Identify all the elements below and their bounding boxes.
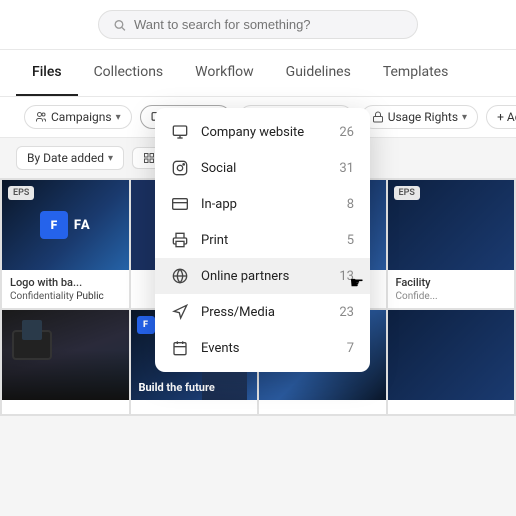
sort-button[interactable]: By Date added ▾ xyxy=(16,146,124,170)
grid-card-8[interactable] xyxy=(388,310,515,414)
usage-rights-label: Usage Rights xyxy=(388,110,458,124)
search-icon xyxy=(113,18,126,32)
card-meta-4: Confide... xyxy=(396,291,507,302)
dropdown-item-press-media[interactable]: Press/Media 23 xyxy=(155,294,370,330)
sort-chevron: ▾ xyxy=(108,153,113,164)
nav-item-collections[interactable]: Collections xyxy=(78,50,180,96)
filter-chip-usage-rights[interactable]: Usage Rights ▾ xyxy=(361,105,478,129)
campaigns-chevron: ▾ xyxy=(116,112,121,123)
social-icon xyxy=(171,159,189,177)
company-website-label: Company website xyxy=(201,125,327,140)
globe-icon xyxy=(171,267,189,285)
online-partners-label: Online partners xyxy=(201,269,327,284)
inapp-label: In-app xyxy=(201,197,335,212)
events-label: Events xyxy=(201,341,335,356)
nav-item-workflow[interactable]: Workflow xyxy=(179,50,270,96)
filter-chip-campaigns[interactable]: Campaigns ▾ xyxy=(24,105,132,129)
card-title-1: Logo with ba... xyxy=(10,276,121,289)
company-website-count: 26 xyxy=(339,125,354,140)
dropdown-item-social[interactable]: Social 31 xyxy=(155,150,370,186)
monitor-icon xyxy=(171,123,189,141)
usage-rights-chevron: ▾ xyxy=(462,112,467,123)
fab-icon-1: F xyxy=(40,211,68,239)
inapp-icon xyxy=(171,195,189,213)
sort-label: By Date added xyxy=(27,151,104,165)
card-title-4: Facility xyxy=(396,276,507,289)
press-media-count: 23 xyxy=(339,305,354,320)
eps-badge-4: EPS xyxy=(394,186,420,200)
main-nav: Files Collections Workflow Guidelines Te… xyxy=(0,50,516,97)
social-label: Social xyxy=(201,161,327,176)
lock-filter-icon xyxy=(372,111,384,123)
eps-badge-1: EPS xyxy=(8,186,34,200)
nav-item-guidelines[interactable]: Guidelines xyxy=(270,50,367,96)
dropdown-item-events[interactable]: Events 7 xyxy=(155,330,370,366)
grid-card-5[interactable] xyxy=(2,310,129,414)
card-meta-1: Confidentiality Public xyxy=(10,291,121,302)
events-count: 7 xyxy=(347,341,354,356)
inapp-count: 8 xyxy=(347,197,354,212)
dropdown-item-online-partners[interactable]: Online partners 13 ☛ xyxy=(155,258,370,294)
print-count: 5 xyxy=(347,233,354,248)
dropdown-item-company-website[interactable]: Company website 26 xyxy=(155,114,370,150)
grid-view-icon xyxy=(143,152,155,164)
header xyxy=(0,0,516,50)
press-media-label: Press/Media xyxy=(201,305,327,320)
calendar-icon xyxy=(171,339,189,357)
search-bar[interactable] xyxy=(98,10,418,39)
grid-card-4[interactable]: EPS Facility Confide... xyxy=(388,180,515,308)
dropdown-item-in-app[interactable]: In-app 8 xyxy=(155,186,370,222)
social-count: 31 xyxy=(339,161,354,176)
hero-fab-icon: F xyxy=(137,316,155,334)
fab-logo-1: F FA xyxy=(40,211,91,239)
hero-card-text: Build the future xyxy=(139,381,215,394)
channel-dropdown: Company website 26 Social 31 In-app 8 Pr… xyxy=(155,108,370,372)
add-filter-label: + Ad xyxy=(497,110,516,124)
print-label: Print xyxy=(201,233,335,248)
online-partners-count: 13 xyxy=(339,269,354,284)
filter-chip-add[interactable]: + Ad xyxy=(486,105,516,129)
megaphone-icon xyxy=(171,303,189,321)
print-icon xyxy=(171,231,189,249)
campaigns-label: Campaigns xyxy=(51,110,112,124)
nav-item-templates[interactable]: Templates xyxy=(367,50,465,96)
people-icon xyxy=(35,111,47,123)
grid-card-1[interactable]: EPS F FA Logo with ba... Confidentiality… xyxy=(2,180,129,308)
nav-item-files[interactable]: Files xyxy=(16,50,78,96)
dropdown-item-print[interactable]: Print 5 xyxy=(155,222,370,258)
search-input[interactable] xyxy=(134,17,403,32)
